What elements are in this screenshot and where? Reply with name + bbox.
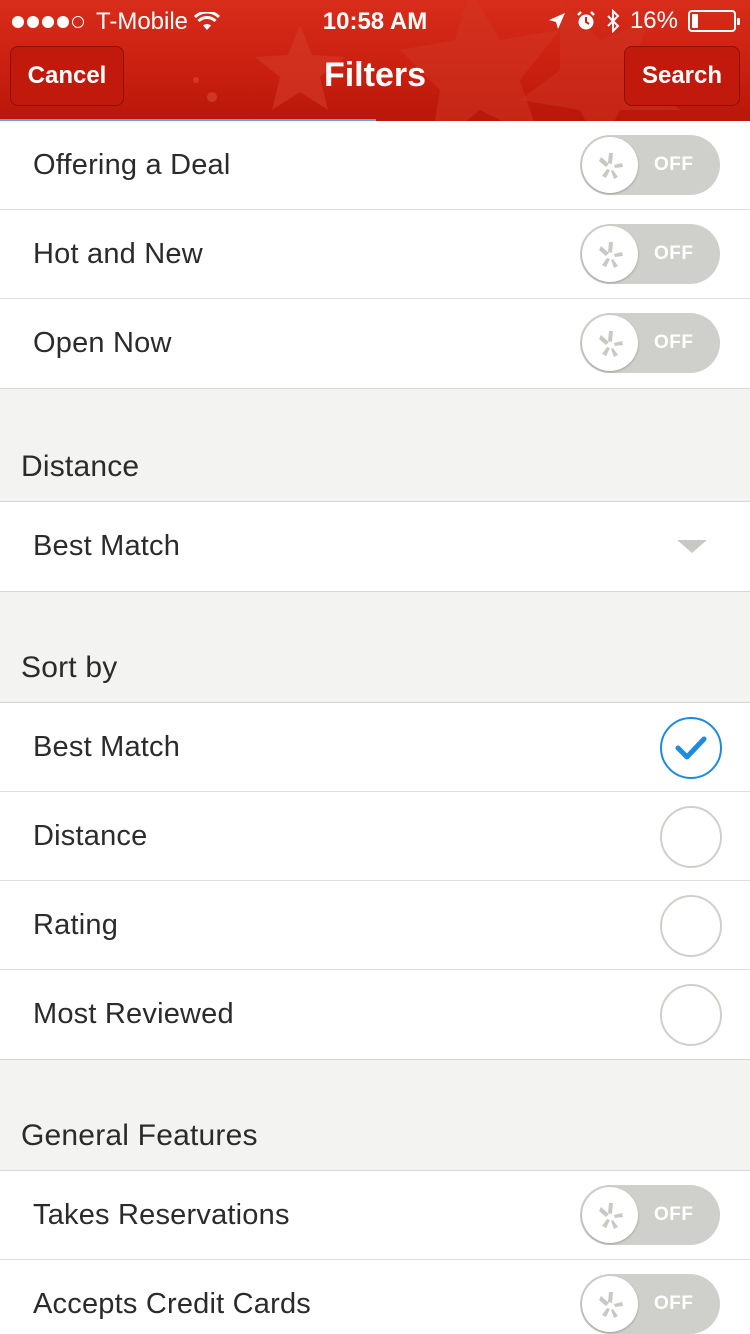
takes-reservations-toggle[interactable]: OFF: [580, 1185, 720, 1245]
sort-radio-best-match[interactable]: [660, 717, 722, 779]
sort-option-rating[interactable]: Rating: [0, 881, 750, 970]
quick-filters-group: Offering a Deal OFF Hot and New OFF Open…: [0, 121, 750, 389]
alarm-icon: [577, 11, 595, 30]
filter-row-offering-deal: Offering a Deal OFF: [0, 121, 750, 210]
open-now-toggle[interactable]: OFF: [580, 313, 720, 373]
feature-row-accepts-credit-cards: Accepts Credit Cards OFF: [0, 1260, 750, 1334]
hot-new-toggle[interactable]: OFF: [580, 224, 720, 284]
toggle-state: OFF: [654, 154, 694, 175]
sort-option-label: Most Reviewed: [33, 998, 234, 1030]
sort-option-label: Best Match: [33, 731, 181, 763]
sort-radio-most-reviewed[interactable]: [660, 984, 722, 1046]
filter-row-open-now: Open Now OFF: [0, 299, 750, 388]
filter-label: Open Now: [33, 327, 172, 359]
sort-radio-distance[interactable]: [660, 806, 722, 868]
toggle-state: OFF: [654, 1204, 694, 1225]
search-button[interactable]: Search: [624, 46, 740, 106]
distance-dropdown[interactable]: Best Match: [0, 502, 750, 591]
distance-group: Best Match: [0, 501, 750, 592]
feature-label: Accepts Credit Cards: [33, 1288, 311, 1320]
toggle-state: OFF: [654, 1293, 694, 1314]
navigation-header: T-Mobile 10:58 AM 16% Cancel Filters Sea…: [0, 0, 750, 121]
sort-option-most-reviewed[interactable]: Most Reviewed: [0, 970, 750, 1059]
location-arrow-icon: [548, 13, 565, 29]
distance-selected-value: Best Match: [33, 530, 181, 562]
sort-option-best-match[interactable]: Best Match: [0, 703, 750, 792]
yelp-burst-icon: [582, 1276, 638, 1332]
general-features-group: Takes Reservations OFF Accepts Credit Ca…: [0, 1170, 750, 1334]
toggle-state: OFF: [654, 332, 694, 353]
sort-by-section-heading: Sort by: [21, 651, 118, 684]
filter-row-hot-new: Hot and New OFF: [0, 210, 750, 299]
checkmark-icon: [675, 736, 707, 760]
accepts-credit-cards-toggle[interactable]: OFF: [580, 1274, 720, 1334]
battery-percent: 16%: [629, 7, 678, 34]
chevron-down-icon: [677, 540, 707, 553]
yelp-burst-icon: [582, 226, 638, 282]
yelp-burst-icon: [582, 315, 638, 371]
sort-option-label: Distance: [33, 820, 148, 852]
sort-option-label: Rating: [33, 909, 119, 941]
status-bar: T-Mobile 10:58 AM 16%: [0, 0, 750, 40]
sort-by-group: Best Match Distance Rating Most Reviewed: [0, 702, 750, 1060]
yelp-burst-icon: [582, 1187, 638, 1243]
feature-row-takes-reservations: Takes Reservations OFF: [0, 1171, 750, 1260]
general-features-section-heading: General Features: [21, 1119, 258, 1152]
toggle-state: OFF: [654, 243, 694, 264]
feature-label: Takes Reservations: [33, 1199, 290, 1231]
sort-radio-rating[interactable]: [660, 895, 722, 957]
filter-label: Hot and New: [33, 238, 203, 270]
offering-deal-toggle[interactable]: OFF: [580, 135, 720, 195]
yelp-burst-icon: [582, 137, 638, 193]
bluetooth-icon: [607, 9, 620, 33]
sort-option-distance[interactable]: Distance: [0, 792, 750, 881]
filter-label: Offering a Deal: [33, 149, 231, 181]
distance-section-heading: Distance: [21, 450, 140, 483]
battery-icon: [688, 10, 740, 32]
